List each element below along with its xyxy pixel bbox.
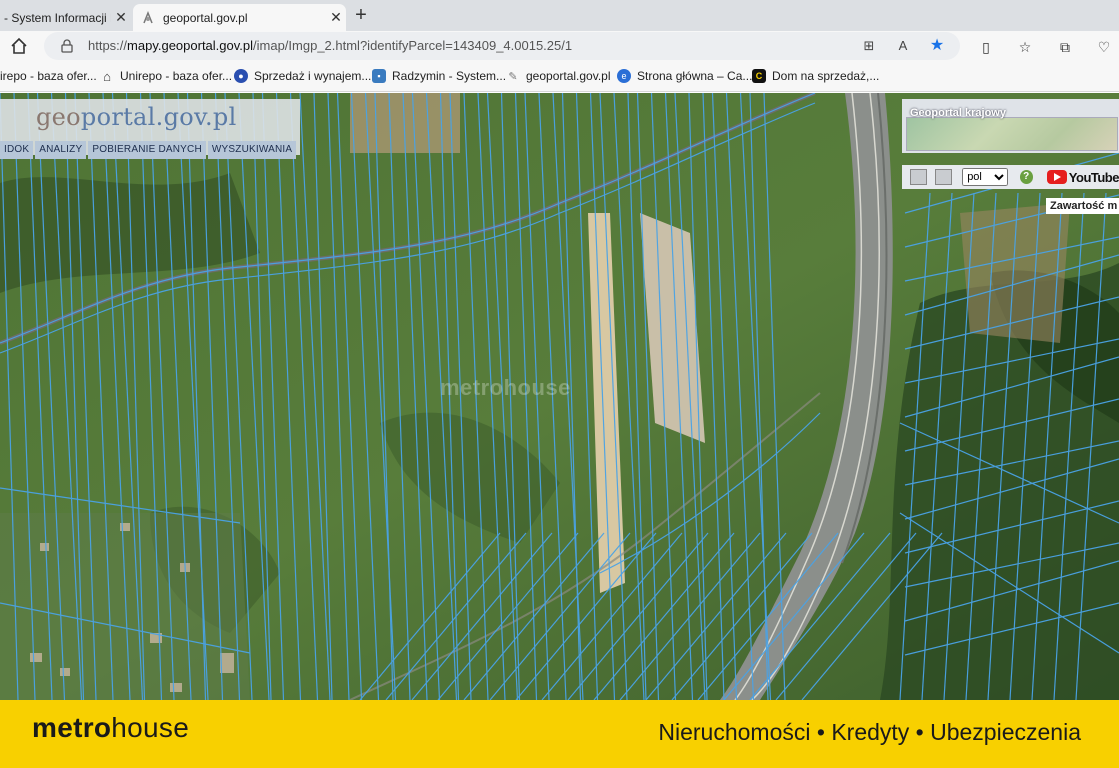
tab-system-informacji[interactable]: - System Informacji Pr ✕ [0,4,131,31]
content-button[interactable]: Zawartość m [1046,198,1119,214]
close-tab-icon[interactable]: ✕ [326,9,346,26]
youtube-label: YouTube [1068,169,1119,185]
geoportal-icon: ✎ [508,70,518,83]
house-icon: ⌂ [103,68,111,84]
bookmarks-bar: irepo - baza ofer... ⌂ Unirepo - baza of… [0,61,1119,92]
lock-icon[interactable] [61,39,73,53]
logo-geo: geo [36,103,81,131]
help-icon[interactable]: ? [1019,170,1033,184]
menu-pobieranie-danych[interactable]: POBIERANIE DANYCH [88,141,206,159]
menu-widok[interactable]: IDOK [0,141,34,159]
home-icon[interactable] [8,35,30,57]
overview-title: Geoportal krajowy [910,107,1006,119]
bookmark-label: Strona główna – Ca... [637,69,753,83]
tab-title: geoportal.gov.pl [163,10,248,25]
metrohouse-footer: metrohouse Nieruchomości • Kredyty • Ube… [0,700,1119,768]
close-tab-icon[interactable]: ✕ [111,9,131,26]
globe-icon: ● [234,69,248,83]
bookmark-label: irepo - baza ofer... [0,69,97,83]
new-tab-button[interactable]: + [348,4,374,28]
geoportal-header: geoportal.gov.pl IDOK ANALIZY POBIERANIE… [0,99,300,159]
brand-metro: metro [32,712,112,743]
tab-title: - System Informacji Pr [4,10,111,25]
language-select[interactable]: pol [962,168,1008,186]
metrohouse-logo: metrohouse [32,712,189,744]
footer-tagline: Nieruchomości • Kredyty • Ubezpieczenia [658,719,1081,745]
favorites-icon[interactable]: ☆ [1015,37,1035,57]
bookmark-dom-na-sprzedaz[interactable]: C Dom na sprzedaż,... [752,69,879,83]
tab-strip: - System Informacji Pr ✕ geoportal.gov.p… [0,0,1119,31]
map-viewport[interactable]: geoportal.gov.pl IDOK ANALIZY POBIERANIE… [0,93,1119,700]
overview-minimap[interactable] [906,117,1118,151]
app-icon: ▪ [372,69,386,83]
bookmark-sprzedaz[interactable]: ● Sprzedaż i wynajem... [234,69,371,83]
bookmark-geoportal[interactable]: ✎ geoportal.gov.pl [506,69,611,83]
url-host: mapy.geoportal.gov.pl [127,38,254,53]
bookmark-label: Unirepo - baza ofer... [120,69,233,83]
tab-geoportal[interactable]: geoportal.gov.pl ✕ [133,4,346,31]
geoportal-logo[interactable]: geoportal.gov.pl [36,103,237,131]
bookmark-label: Radzymin - System... [392,69,507,83]
metrohouse-watermark: metrohouse [440,375,571,400]
bookmark-label: geoportal.gov.pl [526,69,611,83]
bookmark-unirepo[interactable]: ⌂ Unirepo - baza ofer... [100,68,233,84]
c-logo-icon: C [752,69,766,83]
brand-house: house [111,712,190,743]
read-aloud-icon[interactable]: A [894,37,912,55]
geoportal-menu: IDOK ANALIZY POBIERANIE DANYCH WYSZUKIWA… [0,141,297,159]
collections-icon[interactable]: ⧉ [1055,37,1075,57]
url-text: https://mapy.geoportal.gov.pl/imap/Imgp_… [88,38,572,53]
bookmark-irepo[interactable]: irepo - baza ofer... [0,69,97,83]
address-toolbar: https://mapy.geoportal.gov.pl/imap/Imgp_… [0,31,1119,61]
url-path: /imap/Imgp_2.html?identifyParcel=143409_… [253,38,573,53]
address-bar[interactable]: https://mapy.geoportal.gov.pl/imap/Imgp_… [44,32,960,60]
menu-wyszukiwania[interactable]: WYSZUKIWANIA [207,141,297,159]
youtube-link[interactable]: YouTube [1046,169,1119,185]
browser-essentials-icon[interactable]: ♡ [1094,37,1114,57]
bookmark-radzymin[interactable]: ▪ Radzymin - System... [372,69,506,83]
overview-map-panel[interactable]: Geoportal krajowy [902,99,1119,153]
apps-icon[interactable]: ⊞ [860,37,878,55]
bookmark-label: Dom na sprzedaż,... [772,69,880,83]
bookmark-strona-glowna[interactable]: e Strona główna – Ca... [617,69,752,83]
url-scheme: https:// [88,38,128,53]
menu-analizy[interactable]: ANALIZY [35,141,87,159]
favorite-star-icon[interactable]: ★ [928,37,946,55]
edge-icon: e [617,69,631,83]
bookmark-label: Sprzedaż i wynajem... [254,69,372,83]
geoportal-favicon-icon [141,10,155,25]
youtube-icon [1046,170,1067,184]
split-screen-icon[interactable]: ▯ [976,37,996,57]
logo-portal: portal.gov.pl [80,103,237,131]
geoportal-tools: pol ? YouTube [902,165,1119,189]
legend-icon[interactable] [910,169,928,185]
print-icon[interactable] [935,169,953,185]
